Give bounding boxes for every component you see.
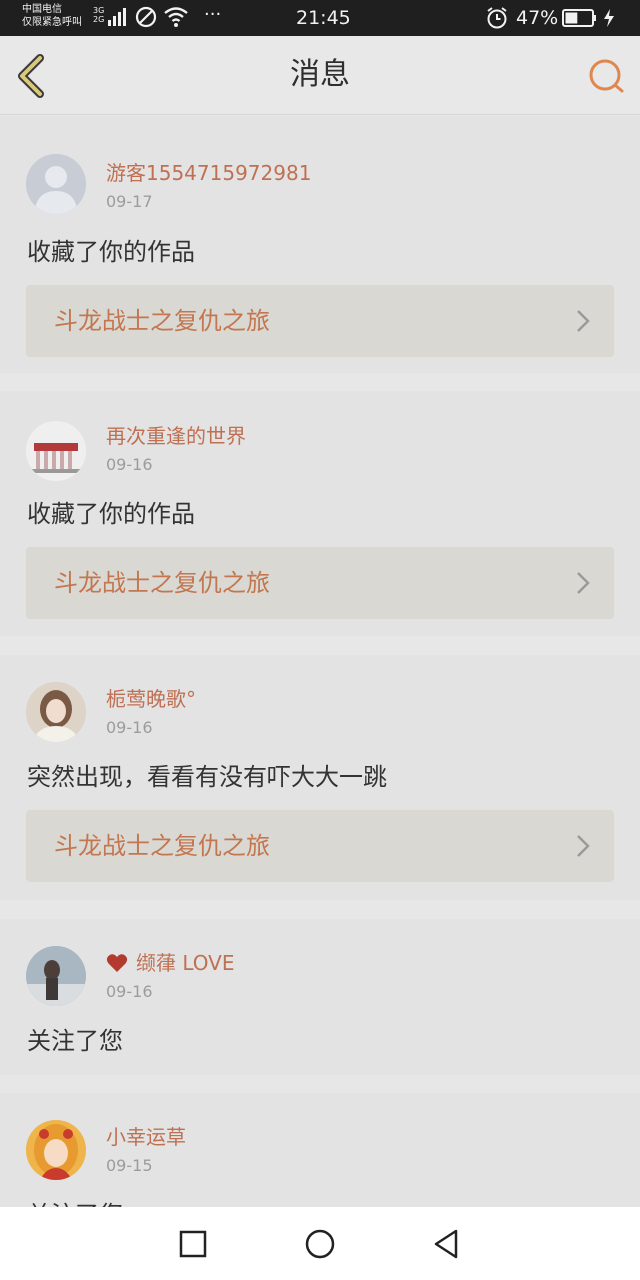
message-date: 09-16 [106,982,153,1001]
username[interactable]: 游客1554715972981 [106,160,311,186]
battery-icon [562,9,596,27]
message-text: 关注了您 [27,1027,123,1055]
home-icon[interactable] [303,1227,337,1261]
work-link[interactable]: 斗龙战士之复仇之旅 [26,547,614,619]
message-text: 收藏了你的作品 [27,500,195,528]
message-card: 缬葎 LOVE 09-16 关注了您 [0,919,640,1075]
username-text: 缬葎 LOVE [136,951,235,975]
wifi-icon [164,7,188,27]
work-title: 斗龙战士之复仇之旅 [54,832,270,860]
message-card: 小幸运草 09-15 关注了您 [0,1093,640,1207]
message-date: 09-16 [106,718,153,737]
carrier-name: 中国电信 [22,4,62,15]
cake-avatar[interactable] [26,421,86,481]
chevron-right-icon [577,835,590,857]
username[interactable]: 缬葎 LOVE [106,950,235,976]
chevron-right-icon [577,572,590,594]
alarm-icon [487,7,507,29]
battery-percent: 47% [516,7,559,29]
anime-avatar[interactable] [26,1120,86,1180]
search-icon[interactable] [586,56,626,96]
more-icon: ··· [204,4,222,25]
chevron-right-icon [577,310,590,332]
signal-icon [108,6,130,26]
message-text: 关注了您 [27,1199,123,1207]
do-not-disturb-icon [135,6,157,28]
username[interactable]: 小幸运草 [106,1124,186,1150]
charging-icon [604,9,614,27]
message-date: 09-15 [106,1156,153,1175]
message-card: 栀莺晚歌° 09-16 突然出现，看看有没有吓大大一跳 斗龙战士之复仇之旅 [0,655,640,900]
work-title: 斗龙战士之复仇之旅 [54,569,270,597]
message-date: 09-17 [106,192,153,211]
photo-avatar[interactable] [26,946,86,1006]
heart-icon [106,954,128,972]
username[interactable]: 栀莺晚歌° [106,686,196,712]
message-list[interactable]: 游客1554715972981 09-17 收藏了你的作品 斗龙战士之复仇之旅 … [0,114,640,1207]
work-title: 斗龙战士之复仇之旅 [54,307,270,335]
carrier-info: 中国电信 仅限紧急呼叫 [22,3,82,29]
message-date: 09-16 [106,455,153,474]
recent-apps-icon[interactable] [176,1227,210,1261]
default-avatar-icon[interactable] [26,154,86,214]
username[interactable]: 再次重逢的世界 [106,423,246,449]
network-type: 3G 2G [93,6,105,24]
work-link[interactable]: 斗龙战士之复仇之旅 [26,285,614,357]
page-title: 消息 [290,57,350,92]
app-header: 消息 [0,36,640,115]
message-card: 再次重逢的世界 09-16 收藏了你的作品 斗龙战士之复仇之旅 [0,391,640,636]
status-bar: 中国电信 仅限紧急呼叫 3G 2G ··· 21:45 47% [0,0,640,36]
work-link[interactable]: 斗龙战士之复仇之旅 [26,810,614,882]
girl-avatar[interactable] [26,682,86,742]
message-text: 突然出现，看看有没有吓大大一跳 [27,763,387,791]
clock: 21:45 [296,7,351,29]
message-text: 收藏了你的作品 [27,238,195,266]
system-nav-bar [0,1207,640,1280]
message-card: 游客1554715972981 09-17 收藏了你的作品 斗龙战士之复仇之旅 [0,116,640,373]
back-icon[interactable] [430,1227,464,1261]
emergency-only-label: 仅限紧急呼叫 [22,17,82,28]
